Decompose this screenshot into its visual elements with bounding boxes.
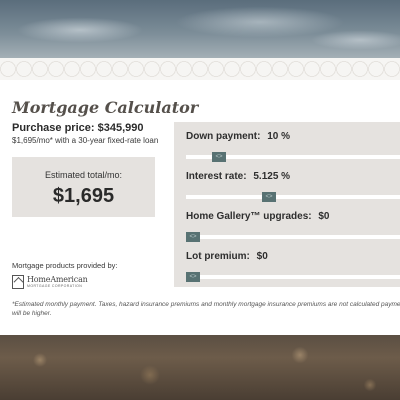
lot-premium-slider-handle[interactable]: <>	[186, 272, 200, 282]
lot-premium-label: Lot premium:	[186, 251, 250, 262]
interest-rate-label: Interest rate:	[186, 171, 247, 182]
upgrades-slider-handle[interactable]: <>	[186, 232, 200, 242]
provider-label: Mortgage products provided by:	[12, 261, 118, 270]
lot-premium-slider-row: Lot premium: $0 <>	[186, 251, 400, 282]
down-payment-slider-row: Down payment: 10 % <>	[186, 131, 400, 162]
interest-rate-track[interactable]: <>	[186, 192, 400, 202]
calculator-title: Mortgage Calculator	[12, 98, 199, 117]
lot-premium-track[interactable]: <>	[186, 272, 400, 282]
homeamerican-logo: HomeAmerican MORTGAGE CORPORATION	[12, 274, 88, 290]
upgrades-track[interactable]: <>	[186, 232, 400, 242]
background-sky	[0, 0, 400, 60]
logo-name: HomeAmerican	[27, 274, 88, 284]
logo-subtitle: MORTGAGE CORPORATION	[27, 283, 83, 288]
interest-rate-value: 5.125 %	[253, 171, 291, 182]
background-ground	[0, 335, 400, 400]
lot-premium-value: $0	[256, 251, 268, 262]
purchase-price-subtext: $1,695/mo* with a 30-year fixed-rate loa…	[12, 136, 159, 145]
interest-rate-slider-handle[interactable]: <>	[262, 192, 276, 202]
decorative-pattern-band	[0, 58, 400, 80]
purchase-price-value: $345,990	[97, 122, 144, 134]
down-payment-track[interactable]: <>	[186, 152, 400, 162]
down-payment-value: 10 %	[267, 131, 291, 142]
estimated-total-value: $1,695	[52, 185, 115, 207]
purchase-price: Purchase price: $345,990	[12, 122, 144, 134]
slider-panel: Down payment: 10 % <> Interest rate: 5.1…	[174, 122, 400, 287]
purchase-price-label: Purchase price:	[12, 122, 95, 134]
estimated-total-box: Estimated total/mo: $1,695	[12, 157, 155, 217]
down-payment-label: Down payment:	[186, 131, 261, 142]
house-logo-icon	[12, 275, 24, 289]
footnote: *Estimated monthly payment. Taxes, hazar…	[12, 301, 400, 318]
upgrades-slider-row: Home Gallery™ upgrades: $0 <>	[186, 211, 400, 242]
upgrades-value: $0	[318, 211, 330, 222]
down-payment-slider-handle[interactable]: <>	[212, 152, 226, 162]
mortgage-calculator-card: Mortgage Calculator Purchase price: $345…	[0, 58, 400, 335]
interest-rate-slider-row: Interest rate: 5.125 % <>	[186, 171, 400, 202]
estimated-total-label: Estimated total/mo:	[44, 170, 123, 180]
upgrades-label: Home Gallery™ upgrades:	[186, 211, 312, 222]
